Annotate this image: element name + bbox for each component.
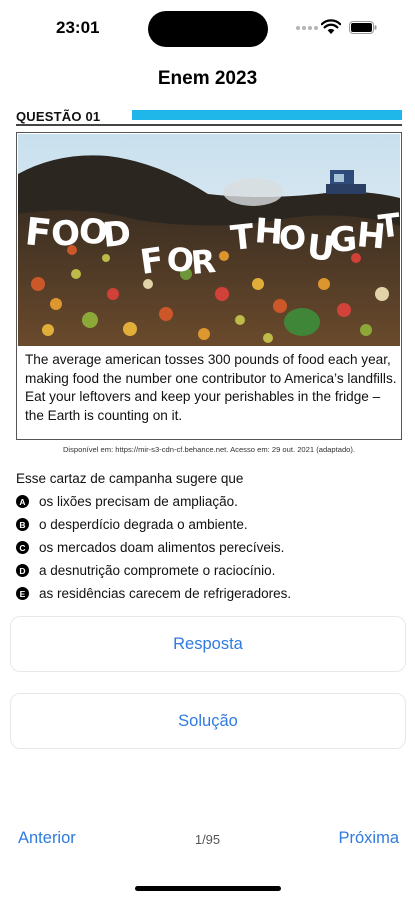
option-c[interactable]: C os mercados doam alimentos perecíveis. bbox=[16, 536, 402, 559]
option-letter-badge: B bbox=[16, 518, 29, 531]
option-text: o desperdício degrada o ambiente. bbox=[39, 517, 248, 532]
option-text: as residências carecem de refrigeradores… bbox=[39, 586, 292, 601]
option-letter-badge: C bbox=[16, 541, 29, 554]
option-b[interactable]: B o desperdício degrada o ambiente. bbox=[16, 513, 402, 536]
question-statement: Esse cartaz de campanha sugere que bbox=[16, 471, 244, 486]
option-letter-badge: D bbox=[16, 564, 29, 577]
page-title: Enem 2023 bbox=[157, 68, 258, 89]
home-indicator[interactable] bbox=[135, 886, 281, 891]
pagination-footer: Anterior 1/95 Próxima bbox=[0, 829, 415, 851]
status-bar: 23:01 bbox=[0, 0, 415, 54]
svg-text:O: O bbox=[277, 218, 307, 258]
next-button[interactable]: Próxima bbox=[338, 829, 399, 848]
option-d[interactable]: D a desnutrição compromete o raciocínio. bbox=[16, 559, 402, 582]
wifi-icon bbox=[321, 19, 341, 34]
svg-text:G: G bbox=[328, 219, 359, 261]
question-underline bbox=[16, 124, 402, 126]
option-text: a desnutrição compromete o raciocínio. bbox=[39, 563, 276, 578]
option-text: os lixões precisam de ampliação. bbox=[39, 494, 238, 509]
option-text: os mercados doam alimentos perecíveis. bbox=[39, 540, 285, 555]
source-caption: Disponível em: https://mir-s3-cdn-cf.beh… bbox=[62, 445, 356, 454]
svg-text:R: R bbox=[189, 242, 217, 282]
answer-options: A os lixões precisam de ampliação. B o d… bbox=[16, 490, 402, 605]
battery-icon bbox=[349, 21, 377, 34]
option-letter-badge: E bbox=[16, 587, 29, 600]
svg-text:D: D bbox=[101, 213, 133, 256]
landfill-photo: F O O D F O R T H O U G H T bbox=[18, 134, 400, 346]
answer-button[interactable]: Resposta bbox=[10, 616, 406, 672]
status-time: 23:01 bbox=[56, 18, 100, 37]
question-label: QUESTÃO 01 bbox=[16, 109, 101, 124]
option-letter-badge: A bbox=[16, 495, 29, 508]
option-a[interactable]: A os lixões precisam de ampliação. bbox=[16, 490, 402, 513]
option-e[interactable]: E as residências carecem de refrigerador… bbox=[16, 582, 402, 605]
campaign-poster: F O O D F O R T H O U G H T The average … bbox=[16, 132, 402, 440]
solution-button[interactable]: Solução bbox=[10, 693, 406, 749]
svg-text:T: T bbox=[376, 206, 400, 246]
svg-text:F: F bbox=[23, 209, 53, 255]
dynamic-island bbox=[148, 11, 268, 47]
poster-photo: F O O D F O R T H O U G H T bbox=[18, 134, 400, 346]
question-header: QUESTÃO 01 bbox=[16, 107, 402, 127]
question-accent-bar bbox=[132, 110, 402, 120]
cellular-signal-icon bbox=[296, 26, 318, 30]
poster-body-text: The average american tosses 300 pounds o… bbox=[25, 352, 397, 423]
